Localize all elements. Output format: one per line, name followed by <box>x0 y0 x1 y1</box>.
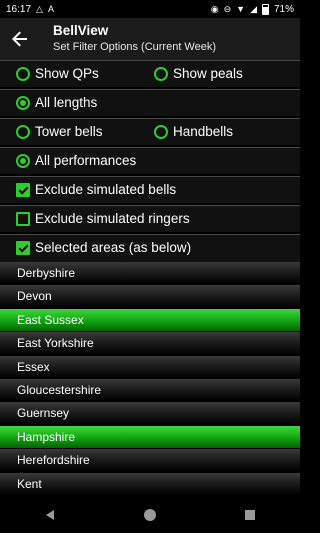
checkbox-label: Selected areas (as below) <box>35 240 192 255</box>
back-button[interactable] <box>8 27 32 51</box>
filter-row-all-lengths: All lengths <box>0 89 300 116</box>
radio-all-lengths[interactable]: All lengths <box>16 95 97 110</box>
radio-handbells[interactable]: Handbells <box>154 124 233 139</box>
app-bar: BellView Set Filter Options (Current Wee… <box>0 18 300 60</box>
radio-label: Tower bells <box>35 124 103 139</box>
filter-row-selected-areas: Selected areas (as below) <box>0 234 300 262</box>
app-title: BellView <box>53 23 109 38</box>
nav-home-button[interactable] <box>135 500 165 530</box>
filter-row-length-type: Show QPs Show peals <box>0 60 300 87</box>
list-item[interactable]: East Sussex <box>0 308 300 333</box>
alert-icon: △ <box>36 4 43 14</box>
list-item[interactable]: Gloucestershire <box>0 378 300 403</box>
radio-label: Handbells <box>173 124 234 139</box>
filter-row-exclude-bells: Exclude simulated bells <box>0 176 300 203</box>
filter-row-all-performances: All performances <box>0 147 300 174</box>
checkbox-label: Exclude simulated ringers <box>35 211 190 226</box>
battery-level: 71% <box>273 3 294 15</box>
checkbox-exclude-simulated-ringers[interactable]: Exclude simulated ringers <box>16 211 190 226</box>
list-item[interactable]: East Yorkshire <box>0 332 300 356</box>
system-nav-bar <box>0 496 300 533</box>
status-bar: 16:17 △ A ◉ ⊖ ▼ ◢ 71% <box>0 0 300 18</box>
checkbox-indicator <box>16 182 30 197</box>
radio-label: All performances <box>35 153 137 168</box>
dnd-icon: ⊖ <box>223 4 232 14</box>
battery-icon <box>261 3 269 15</box>
radio-indicator <box>16 153 30 168</box>
signal-icon: ◢ <box>250 4 257 14</box>
radio-indicator <box>154 124 168 139</box>
arrow-left-icon <box>12 31 27 47</box>
list-item[interactable]: Essex <box>0 355 300 379</box>
circle-home-icon <box>144 508 156 521</box>
nav-back-button[interactable] <box>35 500 65 530</box>
status-time: 16:17 <box>6 3 32 15</box>
radio-label: Show QPs <box>35 66 99 81</box>
radio-label: Show peals <box>173 66 243 81</box>
app-subtitle: Set Filter Options (Current Week) <box>53 41 217 53</box>
wifi-icon: ▼ <box>236 4 246 14</box>
county-list: Derbyshire Devon East Sussex East Yorksh… <box>0 262 300 496</box>
radio-show-peals[interactable]: Show peals <box>154 66 243 81</box>
text-size-icon: A <box>47 4 54 14</box>
radio-indicator <box>16 66 30 81</box>
radio-all-performances[interactable]: All performances <box>16 153 136 168</box>
location-icon: ◉ <box>210 4 219 14</box>
list-item[interactable]: Devon <box>0 285 300 309</box>
nav-recents-button[interactable] <box>235 500 265 530</box>
radio-indicator <box>154 66 168 81</box>
radio-label: All lengths <box>35 95 98 110</box>
checkbox-indicator <box>16 211 30 226</box>
radio-indicator <box>16 124 30 139</box>
list-item[interactable]: Guernsey <box>0 402 300 426</box>
list-item[interactable]: Kent <box>0 472 300 496</box>
filter-row-exclude-ringers: Exclude simulated ringers <box>0 205 300 232</box>
radio-tower-bells[interactable]: Tower bells <box>16 124 103 139</box>
square-recents-icon <box>245 509 255 520</box>
checkbox-indicator <box>16 240 30 255</box>
checkbox-selected-areas[interactable]: Selected areas (as below) <box>16 240 191 255</box>
filter-row-bell-type: Tower bells Handbells <box>0 118 300 145</box>
list-item[interactable]: Herefordshire <box>0 449 300 473</box>
radio-indicator <box>16 95 30 110</box>
list-item[interactable]: Hampshire <box>0 425 300 450</box>
list-item[interactable]: Derbyshire <box>0 262 300 286</box>
checkbox-exclude-simulated-bells[interactable]: Exclude simulated bells <box>16 182 176 197</box>
checkbox-label: Exclude simulated bells <box>35 182 177 197</box>
radio-show-qps[interactable]: Show QPs <box>16 66 99 81</box>
triangle-back-icon <box>46 509 54 520</box>
